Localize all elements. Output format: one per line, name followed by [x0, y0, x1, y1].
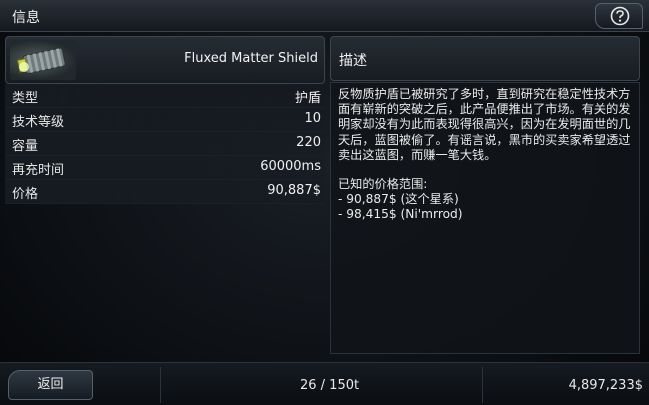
stat-value: 60000ms: [260, 159, 321, 174]
back-button[interactable]: 返回: [8, 370, 93, 400]
price-range-item: - 98,415$ (Ni'mrrod): [338, 207, 463, 222]
stat-value: 220: [296, 135, 321, 150]
price-range-title: 已知的价格范围:: [338, 177, 428, 192]
item-header: Fluxed Matter Shield: [5, 36, 325, 84]
stat-value: 10: [304, 111, 321, 126]
stat-label: 再充时间: [12, 163, 65, 178]
stat-label: 容量: [12, 139, 39, 154]
stat-row-recharge: 再充时间 60000ms: [5, 156, 325, 180]
cargo-capacity: 26 / 150t: [300, 378, 360, 393]
description-text: 反物质护盾已被研究了多时，直到研究在稳定性技术方面有崭新的突破之后，此产品便推出…: [338, 87, 631, 162]
item-name: Fluxed Matter Shield: [184, 51, 318, 66]
info-window: 信息 Fluxed Matter Shield 类型 护盾 技术等级 10 容量…: [0, 0, 649, 405]
shield-generator-icon: [10, 40, 76, 80]
stat-value: 90,887$: [267, 183, 321, 198]
stats-list: 类型 护盾 技术等级 10 容量 220 再充时间 60000ms 价格 90,…: [5, 84, 325, 204]
price-range-item: - 90,887$ (这个星系): [338, 192, 459, 207]
stat-row-capacity: 容量 220: [5, 132, 325, 156]
stat-label: 类型: [12, 91, 39, 106]
stat-label: 技术等级: [12, 115, 65, 130]
stat-row-type: 类型 护盾: [5, 84, 325, 108]
description-header: 描述: [330, 36, 640, 81]
divider: [160, 367, 161, 403]
stat-row-price: 价格 90,887$: [5, 180, 325, 204]
stat-row-tech-level: 技术等级 10: [5, 108, 325, 132]
window-title: 信息: [12, 10, 40, 26]
description-title: 描述: [339, 53, 367, 69]
stat-label: 价格: [12, 187, 39, 202]
divider: [482, 367, 483, 403]
stat-value: 护盾: [294, 91, 321, 106]
credits-balance: 4,897,233$: [568, 378, 643, 393]
help-button[interactable]: [595, 3, 643, 29]
help-icon: [610, 6, 630, 26]
bottom-bar: 返回 26 / 150t 4,897,233$: [0, 362, 649, 405]
description-panel[interactable]: 反物质护盾已被研究了多时，直到研究在稳定性技术方面有崭新的突破之后，此产品便推出…: [330, 82, 640, 354]
title-bar: 信息: [0, 0, 649, 32]
